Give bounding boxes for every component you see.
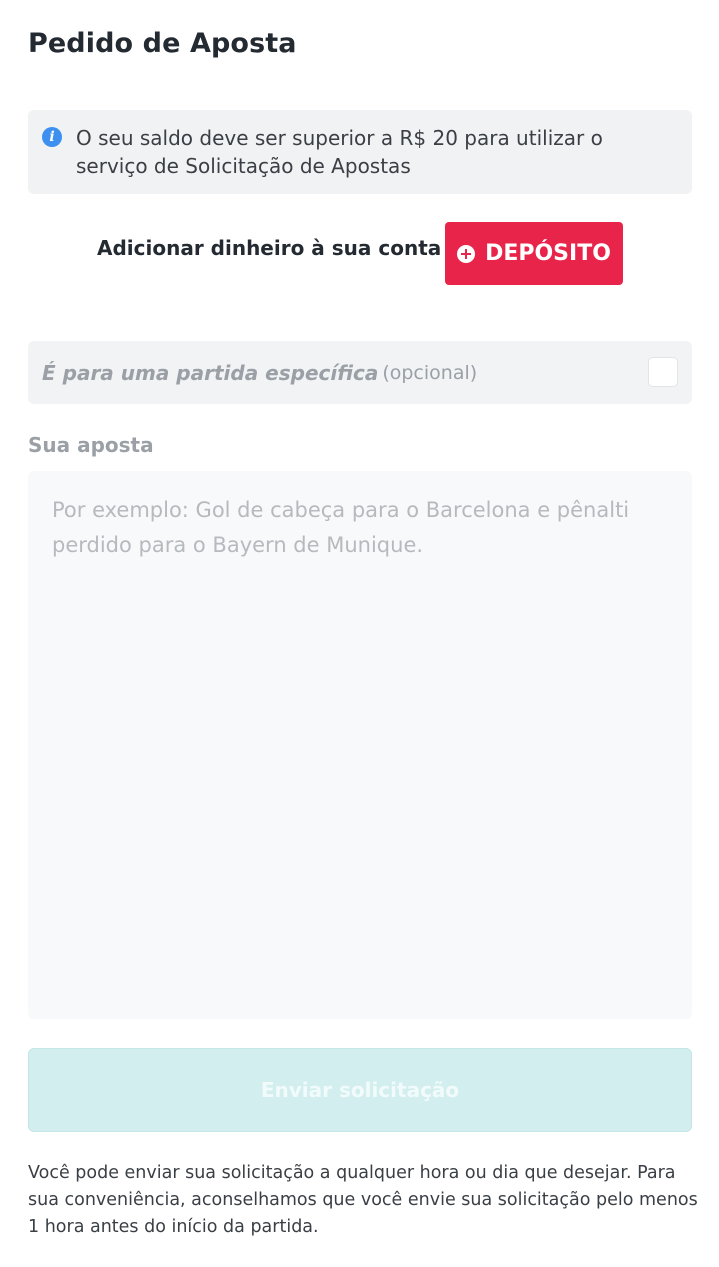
specific-match-toggle[interactable]: É para uma partida específica (opcional) [28,341,692,404]
submit-request-label: Enviar solicitação [260,1078,460,1102]
submission-note: Você pode enviar sua solicitação a qualq… [28,1163,698,1237]
info-icon: i [42,127,62,147]
bet-field-label: Sua aposta [28,433,154,457]
deposit-button-label: DEPÓSITO [485,241,611,266]
add-money-label: Adicionar dinheiro à sua conta [97,236,442,260]
deposit-button[interactable]: DEPÓSITO [445,222,623,285]
balance-info-text: O seu saldo deve ser superior a R$ 20 pa… [76,126,603,178]
plus-circle-icon [457,244,476,263]
specific-match-checkbox[interactable] [648,357,678,387]
specific-match-label: É para uma partida específica [42,360,379,385]
optional-hint: (opcional) [382,361,478,384]
bet-request-page: Pedido de Aposta i O seu saldo deve ser … [0,0,719,1267]
bet-description-input[interactable] [28,471,692,1019]
page-title: Pedido de Aposta [28,28,297,59]
submit-request-button[interactable]: Enviar solicitação [28,1048,692,1132]
balance-info-banner: i O seu saldo deve ser superior a R$ 20 … [28,110,692,194]
